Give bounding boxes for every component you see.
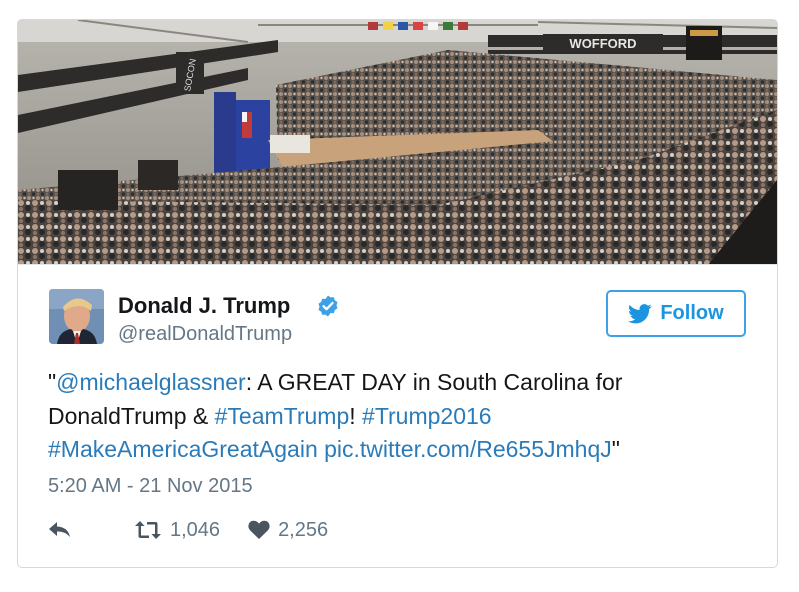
tweet-timestamp[interactable]: 5:20 AM - 21 Nov 2015 [48, 475, 253, 498]
user-handle[interactable]: @realDonaldTrump [118, 323, 292, 346]
tweet-actions: 1,046 2,256 [48, 516, 328, 544]
wofford-banner-text: WOFFORD [569, 36, 636, 51]
follow-label: Follow [660, 302, 724, 324]
follow-button[interactable]: Follow [606, 290, 746, 337]
hashtag-trump2016[interactable]: #Trump2016 [362, 403, 492, 429]
reply-icon [49, 522, 70, 537]
tweet-photo[interactable]: WOFFORD SOCON [18, 20, 777, 265]
twitter-bird-icon [628, 303, 652, 323]
tweet-text: "@michaelglassner: A GREAT DAY in South … [48, 366, 748, 467]
avatar[interactable] [49, 289, 104, 344]
profile-photo [49, 289, 104, 344]
display-name[interactable]: Donald J. Trump [118, 293, 290, 319]
hashtag-teamtrump[interactable]: #TeamTrump [215, 403, 350, 429]
pic-link[interactable]: pic.twitter.com/Re655JmhqJ [324, 436, 612, 462]
hashtag-makeamericagreatagain[interactable]: #MakeAmericaGreatAgain [48, 436, 318, 462]
tweet-card: WOFFORD SOCON Donald J. Trump @realDonal… [17, 19, 778, 568]
heart-icon [248, 520, 270, 539]
tweet-text-part-2: ! [349, 402, 363, 429]
open-quote: " [48, 369, 57, 395]
close-quote: " [611, 436, 620, 462]
verified-badge-icon [318, 295, 338, 317]
retweet-count: 1,046 [170, 518, 221, 541]
mention-link[interactable]: @michaelglassner [56, 369, 246, 395]
reply-button[interactable] [48, 521, 78, 539]
rally-photo: WOFFORD SOCON [18, 20, 777, 264]
retweet-button[interactable]: 1,046 [134, 519, 220, 542]
like-button[interactable]: 2,256 [248, 519, 328, 542]
like-count: 2,256 [278, 518, 329, 541]
retweet-icon [135, 521, 161, 539]
